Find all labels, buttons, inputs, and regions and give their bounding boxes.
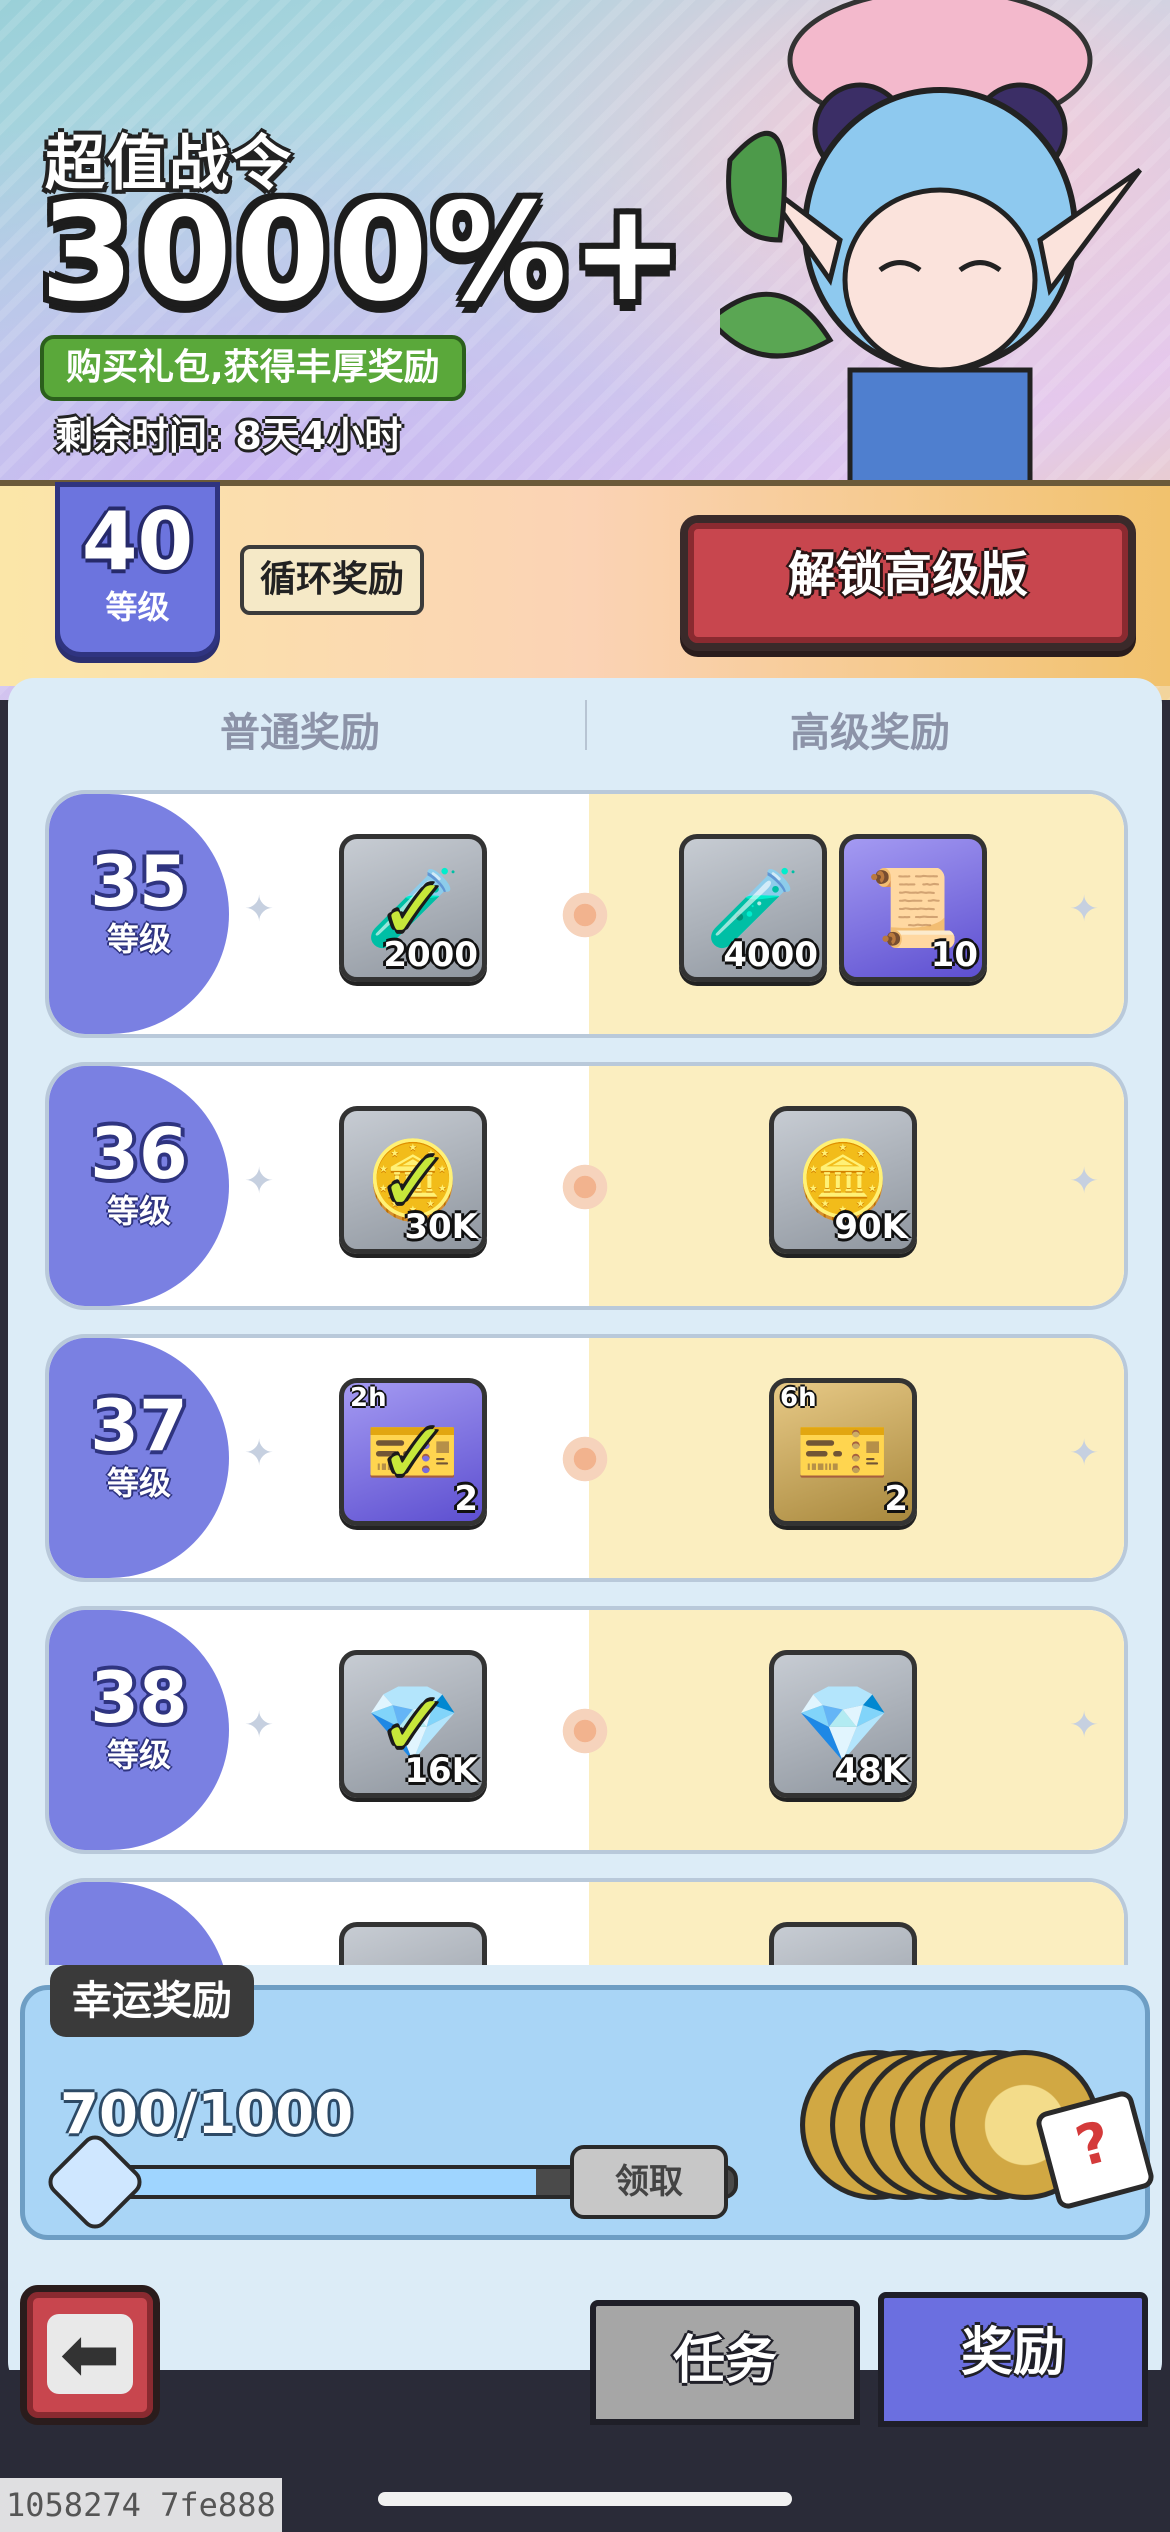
item-quantity: 90K — [834, 1207, 908, 1247]
pass-bonus-percent: 3000%+ — [40, 174, 689, 331]
current-level-label: 等级 — [105, 588, 170, 626]
reward-list[interactable]: 35 等级 ✦ 🧪 ✓ 2000 🧪 4000 📜 10 ✦ 36 等级 ✦ 🪙… — [0, 790, 1170, 1965]
lucky-progress-fill — [74, 2169, 536, 2195]
sparkle-icon: ✦ — [244, 1433, 275, 1474]
sparkle-icon: ✦ — [1069, 889, 1100, 930]
track-node-icon — [559, 889, 611, 941]
premium-rewards-header: 高级奖励 — [790, 710, 950, 756]
normal-reward-item[interactable]: 🪙 ✓ 30K — [339, 1106, 487, 1254]
item-quantity: 2 — [884, 1479, 908, 1519]
premium-reward-item[interactable]: 🪙 90K — [769, 1106, 917, 1254]
premium-reward-item[interactable] — [769, 1922, 917, 1965]
current-level-number: 40 — [81, 495, 194, 588]
unlock-premium-button[interactable]: 解锁高级版 — [680, 515, 1136, 651]
item-quantity: 4000 — [723, 935, 818, 975]
row-level-badge: 35 等级 — [49, 794, 229, 1034]
reward-row: 36 等级 ✦ 🪙 ✓ 30K 🪙 90K ✦ — [45, 1062, 1128, 1310]
remaining-time: 剩余时间: 8天4小时 — [55, 414, 403, 458]
item-quantity: 30K — [404, 1207, 478, 1247]
lucky-coins-dice-icon[interactable]: ? — [800, 2030, 1157, 2212]
normal-reward-item[interactable]: 💎 ✓ 16K — [339, 1650, 487, 1798]
sparkle-icon: ✦ — [1069, 1161, 1100, 1202]
character-illustration — [720, 0, 1142, 500]
row-level-label: 等级 — [106, 920, 171, 958]
back-button[interactable]: ⬅ — [20, 2285, 160, 2425]
claim-button[interactable]: 领取 — [570, 2145, 728, 2219]
build-id-label: 1058274 7fe888 — [0, 2478, 282, 2532]
current-level-badge: 40 等级 — [55, 482, 220, 657]
normal-reward-item[interactable]: 🧪 ✓ 2000 — [339, 834, 487, 982]
item-quantity: 16K — [404, 1751, 478, 1791]
row-level-number: 37 — [90, 1385, 188, 1467]
row-level-number: 36 — [90, 1113, 188, 1195]
sparkle-icon: ✦ — [1069, 1433, 1100, 1474]
home-indicator[interactable] — [378, 2492, 792, 2506]
claimed-check-icon: ✓ — [378, 1404, 450, 1502]
item-quantity: 2000 — [383, 935, 478, 975]
sparkle-icon: ✦ — [244, 1705, 275, 1746]
track-node-icon — [559, 1161, 611, 1213]
premium-reward-item[interactable]: 6h 🎫 2 — [769, 1378, 917, 1526]
pass-subtitle: 购买礼包,获得丰厚奖励 — [40, 335, 466, 401]
reward-row: 35 等级 ✦ 🧪 ✓ 2000 🧪 4000 📜 10 ✦ — [45, 790, 1128, 1038]
track-node-icon — [559, 1705, 611, 1757]
normal-reward-item[interactable] — [339, 1922, 487, 1965]
sparkle-icon: ✦ — [1069, 1705, 1100, 1746]
lucky-progress-count: 700/1000 — [60, 2082, 354, 2147]
reward-row: 38 等级 ✦ 💎 ✓ 16K 💎 48K ✦ — [45, 1606, 1128, 1854]
item-quantity: 2 — [454, 1479, 478, 1519]
normal-reward-item[interactable]: 2h 🎫 ✓ 2 — [339, 1378, 487, 1526]
premium-reward-item[interactable]: 🧪 4000 — [679, 834, 827, 982]
premium-reward-item[interactable]: 💎 48K — [769, 1650, 917, 1798]
row-level-badge: 37 等级 — [49, 1338, 229, 1578]
row-level-number: 38 — [90, 1657, 188, 1739]
row-level-label: 等级 — [106, 1736, 171, 1774]
reward-row — [45, 1878, 1128, 1965]
row-level-badge — [49, 1882, 229, 1965]
normal-rewards-header: 普通奖励 — [220, 710, 380, 756]
item-quantity: 10 — [930, 935, 978, 975]
tab-reward[interactable]: 奖励 — [878, 2292, 1148, 2427]
row-level-badge: 36 等级 — [49, 1066, 229, 1306]
sparkle-icon: ✦ — [244, 1161, 275, 1202]
row-level-badge: 38 等级 — [49, 1610, 229, 1850]
lucky-reward-title: 幸运奖励 — [50, 1965, 254, 2037]
back-arrow-icon: ⬅ — [47, 2314, 133, 2394]
item-quantity: 48K — [834, 1751, 908, 1791]
premium-reward-item[interactable]: 📜 10 — [839, 834, 987, 982]
column-divider — [585, 700, 587, 750]
row-level-number: 35 — [90, 841, 188, 923]
cycle-reward-label: 循环奖励 — [240, 545, 425, 615]
tab-task[interactable]: 任务 — [590, 2300, 860, 2425]
sparkle-icon: ✦ — [244, 889, 275, 930]
row-level-label: 等级 — [106, 1464, 171, 1502]
row-level-label: 等级 — [106, 1192, 171, 1230]
track-node-icon — [559, 1433, 611, 1485]
reward-row: 37 等级 ✦ 2h 🎫 ✓ 2 6h 🎫 2 ✦ — [45, 1334, 1128, 1582]
